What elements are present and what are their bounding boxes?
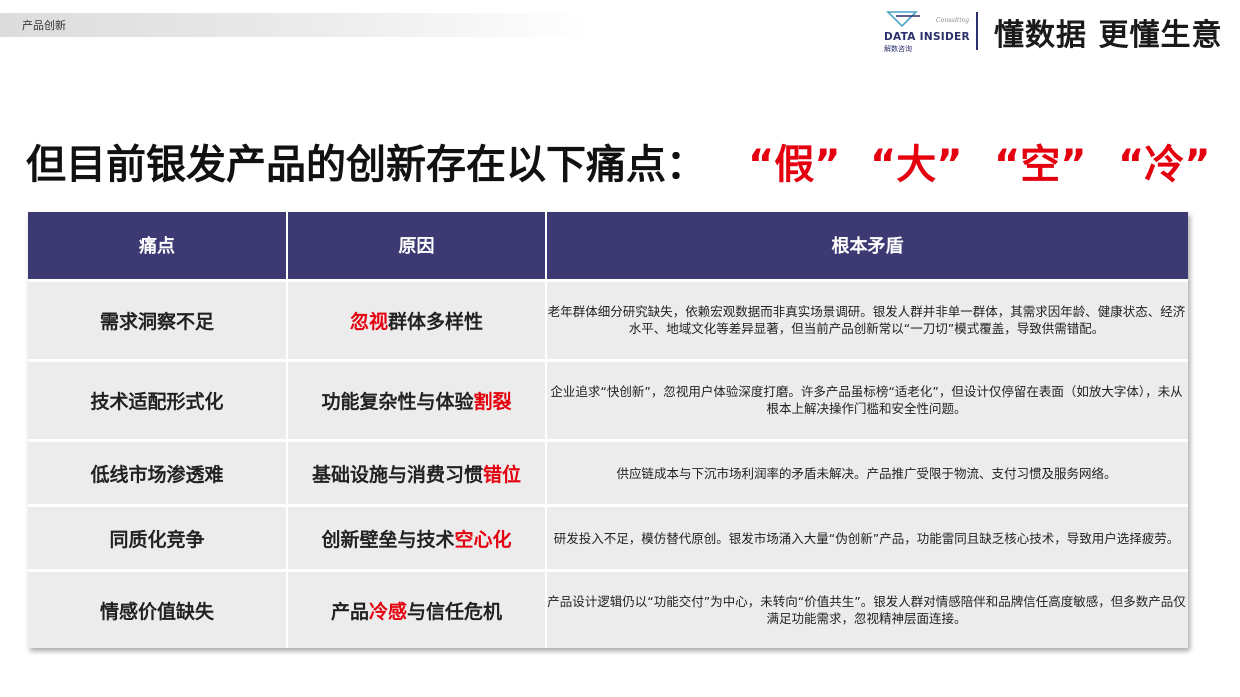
cause-cell: 产品冷感与信任危机 [287, 569, 547, 648]
cause-cell: 忽视群体多样性 [287, 278, 547, 361]
contradiction-cell: 供应链成本与下沉市场利润率的矛盾未解决。产品推广受限于物流、支付习惯及服务网络。 [546, 439, 1188, 506]
logo-name: DATA INSIDER [884, 31, 970, 43]
cause-cell: 基础设施与消费习惯错位 [287, 439, 547, 506]
table-row: 需求洞察不足 忽视群体多样性 老年群体细分研究缺失，依赖宏观数据而非真实场景调研… [28, 278, 1188, 361]
headline-keywords: “假” “大” “空” “冷” [748, 132, 1218, 188]
cause-text: 与信任危机 [407, 600, 503, 623]
cause-highlight: 冷感 [368, 600, 407, 623]
column-header-cause: 原因 [287, 212, 547, 280]
table-row: 同质化竞争 创新壁垒与技术空心化 研发投入不足，模仿替代原创。银发市场涌入大量“… [28, 504, 1188, 571]
logo-subtitle: 解数咨询 [884, 45, 912, 53]
cause-highlight: 错位 [483, 463, 522, 486]
cause-text: 群体多样性 [388, 310, 484, 333]
keyword-big: “大” [870, 142, 963, 188]
pain-cell: 低线市场渗透难 [28, 439, 288, 506]
contradiction-text: 供应链成本与下沉市场利润率的矛盾未解决。产品推广受限于物流、支付习惯及服务网络。 [616, 465, 1117, 481]
brand-logo: Consulting DATA INSIDER 解数咨询 [884, 8, 970, 53]
contradiction-cell: 研发投入不足，模仿替代原创。银发市场涌入大量“伪创新”产品，功能雷同且缺乏核心技… [546, 504, 1188, 571]
cause-text: 产品 [330, 600, 369, 623]
section-tag: 产品创新 [0, 13, 590, 37]
cause-text: 功能复杂性与体验 [321, 390, 474, 413]
table-row: 情感价值缺失 产品冷感与信任危机 产品设计逻辑仍以“功能交付”为中心，未转向“价… [28, 569, 1188, 648]
cause-highlight: 空心化 [454, 528, 512, 551]
contradiction-cell: 企业追求“快创新”，忽视用户体验深度打磨。许多产品虽标榜“适老化”，但设计仅停留… [546, 358, 1188, 441]
contradiction-text: 老年群体细分研究缺失，依赖宏观数据而非真实场景调研。银发人群并非单一群体，其需求… [547, 304, 1186, 337]
keyword-cold: “冷” [1118, 142, 1211, 188]
contradiction-cell: 老年群体细分研究缺失，依赖宏观数据而非真实场景调研。银发人群并非单一群体，其需求… [546, 278, 1188, 361]
cause-cell: 创新壁垒与技术空心化 [287, 504, 547, 571]
column-header-pain: 痛点 [28, 212, 288, 280]
cause-text: 基础设施与消费习惯 [311, 463, 483, 486]
table-header-row: 痛点 原因 根本矛盾 [28, 212, 1188, 280]
table-row: 技术适配形式化 功能复杂性与体验割裂 企业追求“快创新”，忽视用户体验深度打磨。… [28, 358, 1188, 441]
logo-consulting: Consulting [936, 17, 969, 24]
section-label: 产品创新 [22, 19, 66, 32]
keyword-empty: “空” [994, 142, 1087, 188]
pain-cell: 技术适配形式化 [28, 358, 288, 441]
pain-point-table: 痛点 原因 根本矛盾 需求洞察不足 忽视群体多样性 老年群体细分研究缺失，依赖宏… [28, 212, 1188, 648]
contradiction-text: 产品设计逻辑仍以“功能交付”为中心，未转向“价值共生”。银发人群对情感陪伴和品牌… [547, 594, 1186, 627]
cause-highlight: 忽视 [349, 310, 388, 333]
cause-highlight: 割裂 [473, 390, 512, 413]
logo-mark-icon [886, 11, 920, 28]
cause-text: 创新壁垒与技术 [321, 528, 455, 551]
header-divider [976, 12, 978, 50]
contradiction-cell: 产品设计逻辑仍以“功能交付”为中心，未转向“价值共生”。银发人群对情感陪伴和品牌… [546, 569, 1188, 648]
cause-cell: 功能复杂性与体验割裂 [287, 358, 547, 441]
pain-cell: 同质化竞争 [28, 504, 288, 571]
column-header-contradiction: 根本矛盾 [546, 212, 1188, 280]
contradiction-text: 研发投入不足，模仿替代原创。银发市场涌入大量“伪创新”产品，功能雷同且缺乏核心技… [553, 530, 1180, 546]
pain-cell: 情感价值缺失 [28, 569, 288, 648]
keyword-fake: “假” [748, 142, 841, 188]
table-row: 低线市场渗透难 基础设施与消费习惯错位 供应链成本与下沉市场利润率的矛盾未解决。… [28, 439, 1188, 506]
contradiction-text: 企业追求“快创新”，忽视用户体验深度打磨。许多产品虽标榜“适老化”，但设计仅停留… [550, 384, 1183, 417]
slogan: 懂数据 更懂生意 [994, 18, 1223, 53]
page-title: 但目前银发产品的创新存在以下痛点： [26, 142, 706, 188]
pain-cell: 需求洞察不足 [28, 278, 288, 361]
